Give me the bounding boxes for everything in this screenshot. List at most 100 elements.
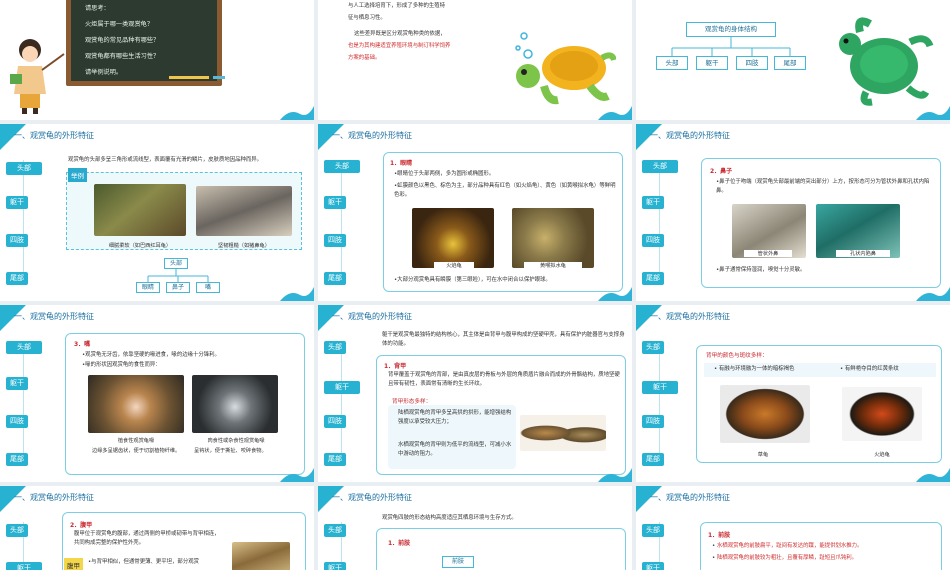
section-title: 一、观赏龟的外形特征 bbox=[14, 493, 94, 502]
section-header: 一、观赏龟的外形特征 bbox=[318, 486, 632, 512]
board-line-4: 观赏龟都有哪些生活习性？ bbox=[85, 53, 160, 60]
s6-b2: •鼻子通常保持湿润，嗅觉十分灵敏。 bbox=[716, 267, 806, 273]
section-header: 一、观赏龟的外形特征 bbox=[636, 124, 950, 150]
slide-4[interactable]: 一、观赏龟的外形特征 头部 躯干 四肢 尾部 观赏龟的头部多呈三角形或流线型，表… bbox=[0, 124, 314, 301]
s5-heading: 1．眼睛 bbox=[390, 160, 413, 167]
tab-trunk[interactable]: 躯干 bbox=[324, 196, 346, 209]
s8-intro: 躯干是观赏龟最独特的结构核心，其主体是由背甲与腹甲构成的坚硬甲壳，具有保护内脏器… bbox=[382, 332, 625, 347]
slide-3[interactable]: 观赏龟的身体结构 头部 躯干 四肢 尾部 bbox=[636, 0, 950, 120]
caption-herbivore-desc: 边缘多呈锯齿状，便于切割植物纤维。 bbox=[92, 448, 181, 454]
tab-trunk[interactable]: 躯干 bbox=[6, 562, 42, 570]
s8-l1: 陆栖观赏龟的背甲多呈高拱的拱形，能增强结构强度以承受较大压力； bbox=[398, 410, 512, 425]
tab-head[interactable]: 头部 bbox=[642, 341, 664, 354]
tab-tail[interactable]: 尾部 bbox=[642, 272, 664, 285]
s5-b2: •虹膜颜色以黑色、棕色为主，部分品种具有红色（如火焰龟）、黄色（如黄喉拟水龟）等… bbox=[394, 183, 616, 198]
board-line-5: 请举例说明。 bbox=[85, 69, 123, 76]
photo-yellow-throat-turtle bbox=[512, 208, 594, 268]
corner-wave bbox=[916, 106, 950, 120]
tab-limbs[interactable]: 四肢 bbox=[6, 415, 28, 428]
tab-tail[interactable]: 尾部 bbox=[324, 272, 346, 285]
part-tail: 尾部 bbox=[774, 56, 806, 70]
slide-9[interactable]: 一、观赏龟的外形特征 头部 躯干 四肢 尾部 背甲的颜色与斑纹多样： • 有融与… bbox=[636, 305, 950, 482]
s10-p2: •与背甲相似，但通常更薄、更平坦，部分观赏 bbox=[88, 559, 199, 565]
s11-heading: 1．前肢 bbox=[388, 540, 411, 547]
s7-heading: 3．嘴 bbox=[74, 341, 91, 348]
s8-l2: 水栖观赏龟的背甲则为低平的流线型，可减小水中游动的阻力。 bbox=[398, 442, 512, 457]
slide-10[interactable]: 一、观赏龟的外形特征 头部 躯干 2．腹甲 腹甲位于观赏龟的腹部，通过两侧的甲桥… bbox=[0, 486, 314, 570]
tab-limbs[interactable]: 四肢 bbox=[324, 234, 346, 247]
section-title: 一、观赏龟的外形特征 bbox=[332, 493, 412, 502]
s8-heading: 1．背甲 bbox=[384, 363, 407, 370]
tree-child-eyes: 眼睛 bbox=[136, 282, 160, 293]
s12-heading: 1．前肢 bbox=[708, 532, 731, 539]
section-header: 一、观赏龟的外形特征 bbox=[636, 486, 950, 512]
corner-wave bbox=[598, 468, 632, 482]
tab-tail[interactable]: 尾部 bbox=[642, 453, 664, 466]
section-header: 一、观赏龟的外形特征 bbox=[318, 305, 632, 331]
corner-wave bbox=[598, 106, 632, 120]
tab-head[interactable]: 头部 bbox=[324, 341, 346, 354]
caption-herbivore: 植食性观赏龟喙 bbox=[117, 438, 155, 444]
caption-pit-nose: 孔状内陷鼻 bbox=[836, 250, 890, 257]
tab-tail[interactable]: 尾部 bbox=[6, 453, 28, 466]
photo-flame-turtle-shell bbox=[842, 387, 922, 441]
s5-b3: •大部分观赏龟具有瞬膜（第三眼睑），可在水中闭合以保护眼球。 bbox=[394, 277, 551, 283]
tab-head[interactable]: 头部 bbox=[324, 524, 346, 537]
tab-trunk[interactable]: 躯干 bbox=[642, 562, 664, 570]
s12-l1-text: 水栖观赏龟的前肢扁平，趾间有发达的蹼，能提供划水推力。 bbox=[716, 543, 863, 549]
s8-p1: 背甲覆盖于观赏龟的背部，是由真皮层的骨板与外层的角质盾片融合而成的外骨骼结构，质… bbox=[388, 372, 620, 387]
slide-2[interactable]: 与人工选择培育下，形成了多种的生殖特 征与栖息习性。 这些差异既是区分观赏龟种类… bbox=[318, 0, 632, 120]
s12-l2: • 陆栖观赏龟的前肢较为粗壮，且覆有厚鳞，趾短且爪钝利。 bbox=[712, 555, 858, 561]
part-trunk: 躯干 bbox=[696, 56, 728, 70]
tab-trunk[interactable]: 躯干 bbox=[324, 381, 360, 394]
tab-trunk[interactable]: 躯干 bbox=[642, 381, 678, 394]
part-limbs: 四肢 bbox=[736, 56, 768, 70]
s9-l1-text: 有融与环境融为一体的暗棕褐色 bbox=[718, 366, 795, 372]
tab-tail[interactable]: 尾部 bbox=[324, 453, 346, 466]
tab-head[interactable]: 头部 bbox=[642, 524, 664, 537]
photo-plastron bbox=[232, 542, 290, 570]
slide-grid: 请思考： 火炬属于哪一类观赏龟？ 观赏龟的常见品种有哪些？ 观赏龟都有哪些生活习… bbox=[0, 0, 950, 570]
s2-line-4: 也是为其构建适宜养殖环境与制订科学饲养 bbox=[348, 43, 451, 49]
part-head: 头部 bbox=[656, 56, 688, 70]
board-line-3: 观赏龟的常见品种有哪些？ bbox=[85, 37, 160, 44]
s6-b1: •鼻子位于吻端（观赏龟头部最前端的突出部分）上方，按形态可分为管状外鼻和孔状内陷… bbox=[716, 179, 930, 194]
tab-limbs[interactable]: 四肢 bbox=[642, 234, 664, 247]
s5-b1: •眼睛位于头部两侧，多为圆形或椭圆形。 bbox=[394, 171, 495, 177]
tab-limbs[interactable]: 四肢 bbox=[642, 415, 664, 428]
slide-1[interactable]: 请思考： 火炬属于哪一类观赏龟？ 观赏龟的常见品种有哪些？ 观赏龟都有哪些生活习… bbox=[0, 0, 314, 120]
tab-head[interactable]: 头部 bbox=[324, 160, 360, 173]
s10-p1: 腹甲位于观赏龟的腹部，通过两侧的甲桥或韧带与背甲相连，共同构成完整的保护性外壳。 bbox=[74, 531, 220, 546]
caption-carnivore-desc: 呈钩状，便于撕扯、咬碎食物。 bbox=[194, 448, 267, 454]
slide-11[interactable]: 一、观赏龟的外形特征 头部 躯干 观赏龟四肢的形态结构高度适应其栖息环境与生存方… bbox=[318, 486, 632, 570]
slide-6[interactable]: 一、观赏龟的外形特征 头部 躯干 四肢 尾部 2．鼻子 •鼻子位于吻端（观赏龟头… bbox=[636, 124, 950, 301]
photo-flame-turtle bbox=[412, 208, 494, 268]
tab-head[interactable]: 头部 bbox=[6, 341, 42, 354]
corner-wave bbox=[916, 468, 950, 482]
tab-trunk[interactable]: 躯干 bbox=[324, 562, 346, 570]
section-title: 一、观赏龟的外形特征 bbox=[650, 131, 730, 140]
s8-subheading: 背甲形态多样： bbox=[392, 399, 432, 405]
slide-7[interactable]: 一、观赏龟的外形特征 头部 躯干 四肢 尾部 3．嘴 •观赏龟无牙齿，依靠坚硬的… bbox=[0, 305, 314, 482]
section-title: 一、观赏龟的外形特征 bbox=[332, 131, 412, 140]
tab-trunk[interactable]: 躯干 bbox=[642, 196, 664, 209]
slide-12[interactable]: 一、观赏龟的外形特征 头部 躯干 1．前肢 • 水栖观赏龟的前肢扁平，趾间有发达… bbox=[636, 486, 950, 570]
tab-trunk[interactable]: 躯干 bbox=[6, 377, 28, 390]
photo-carnivore-beak bbox=[192, 375, 278, 433]
corner-wave bbox=[280, 287, 314, 301]
section-header: 一、观赏龟的外形特征 bbox=[0, 486, 314, 512]
corner-wave bbox=[280, 106, 314, 120]
slide-5[interactable]: 一、观赏龟的外形特征 头部 躯干 四肢 尾部 1．眼睛 •眼睛位于头部两侧，多为… bbox=[318, 124, 632, 301]
s2-line-3: 这些差异既是区分观赏龟种类的依据， bbox=[354, 30, 446, 39]
tab-head[interactable]: 头部 bbox=[642, 160, 678, 173]
s2-line-5: 方案的基础。 bbox=[348, 55, 381, 61]
caption-flame: 火焰龟 bbox=[874, 452, 890, 458]
tab-limbs[interactable]: 四肢 bbox=[324, 415, 346, 428]
tab-head[interactable]: 头部 bbox=[6, 524, 28, 537]
tree-child-mouth: 嘴 bbox=[196, 282, 220, 293]
caption-flame-turtle: 火焰龟 bbox=[434, 262, 474, 269]
slide-8[interactable]: 一、观赏龟的外形特征 头部 躯干 四肢 尾部 躯干是观赏龟最独特的结构核心，其主… bbox=[318, 305, 632, 482]
s6-heading: 2．鼻子 bbox=[710, 168, 733, 175]
section-header: 一、观赏龟的外形特征 bbox=[0, 305, 314, 331]
s11-intro: 观赏龟四肢的形态结构高度适应其栖息环境与生存方式。 bbox=[382, 515, 517, 521]
